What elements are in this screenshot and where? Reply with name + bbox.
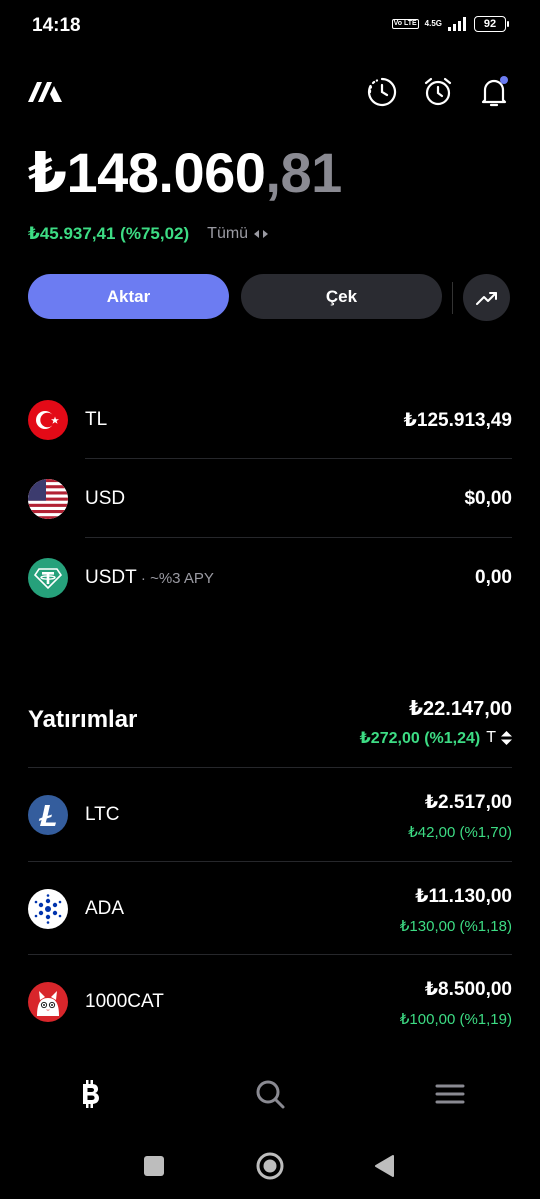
triangle-back-icon (375, 1155, 394, 1177)
investments-total: ₺22.147,00 (409, 698, 512, 720)
balance-decimals: ,81 (265, 141, 342, 204)
deposit-button[interactable]: Aktar (28, 274, 229, 319)
network-type: 4.5G (424, 19, 442, 28)
signal-icon (448, 17, 466, 31)
alarm-icon (424, 77, 452, 106)
investment-name: 1000CAT (85, 991, 164, 1012)
cat-icon (28, 982, 68, 1022)
account-name-text: USDT (85, 567, 137, 588)
sort-toggle[interactable]: T (486, 729, 512, 747)
home-button[interactable] (255, 1151, 285, 1181)
back-button[interactable] (369, 1151, 399, 1181)
apy-label: · ~%3 APY (136, 570, 214, 587)
status-icons: Vo LTE 4.5G 92 (391, 16, 509, 32)
search-icon (256, 1080, 285, 1109)
investment-name: LTC (85, 804, 120, 825)
nav-menu[interactable] (430, 1074, 470, 1114)
period-filter-label: Tümü (207, 225, 249, 242)
chart-button[interactable] (463, 274, 510, 321)
account-value: ₺125.913,49 (403, 410, 512, 431)
pnl-value: ₺45.937,41 (%75,02) (28, 224, 190, 243)
investments-change: ₺272,00 (%1,24) (359, 730, 481, 747)
battery-level: 92 (483, 18, 497, 30)
history-icon (367, 77, 397, 107)
account-name: USDT · ~%3 APY (85, 567, 214, 589)
swap-arrows-icon (254, 230, 269, 238)
row-divider (28, 954, 512, 955)
investment-name: ADA (85, 898, 125, 919)
nav-crypto[interactable] (70, 1074, 110, 1114)
square-icon (144, 1156, 164, 1176)
litecoin-icon (28, 795, 68, 835)
row-divider (28, 861, 512, 862)
bitcoin-icon (83, 1080, 99, 1108)
trend-up-icon (475, 291, 497, 305)
menu-icon (435, 1084, 465, 1104)
account-name: USD (85, 488, 126, 509)
usa-flag-icon (28, 479, 68, 519)
period-filter[interactable]: Tümü (207, 225, 269, 243)
investment-value: ₺8.500,00 (424, 979, 512, 1000)
investment-change: ₺42,00 (%1,70) (408, 824, 512, 841)
system-nav-bar (0, 1145, 540, 1185)
cardano-icon (28, 889, 68, 929)
sort-arrows-icon (501, 731, 512, 745)
status-bar: 14:18 Vo LTE 4.5G 92 (0, 0, 540, 52)
notification-badge (500, 76, 508, 84)
investment-change: ₺130,00 (%1,18) (399, 918, 512, 935)
investments-change-row: ₺272,00 (%1,24) T (360, 728, 512, 748)
circle-icon (256, 1152, 284, 1180)
account-value: 0,00 (475, 567, 512, 588)
investments-title: Yatırımlar (28, 706, 138, 733)
turkey-flag-icon (28, 400, 68, 440)
sort-label: T (486, 729, 496, 746)
investment-change: ₺100,00 (%1,19) (399, 1011, 512, 1028)
pnl-row: ₺45.937,41 (%75,02) Tümü (28, 224, 269, 244)
app-header (0, 72, 540, 112)
total-balance: ₺148.060,81 (28, 140, 342, 206)
alarm-button[interactable] (420, 74, 456, 110)
account-value: $0,00 (464, 488, 512, 509)
row-divider (85, 458, 512, 459)
investment-value: ₺11.130,00 (415, 886, 512, 907)
history-button[interactable] (364, 74, 400, 110)
battery-icon: 92 (474, 16, 509, 32)
tether-icon (28, 558, 68, 598)
divider (452, 282, 453, 314)
recents-button[interactable] (139, 1151, 169, 1181)
notifications-button[interactable] (476, 74, 512, 110)
bottom-nav (0, 1070, 540, 1116)
investment-value: ₺2.517,00 (424, 792, 512, 813)
balance-main: ₺148.060 (28, 141, 266, 204)
account-name: TL (85, 409, 108, 430)
status-time: 14:18 (32, 15, 81, 36)
section-divider (28, 767, 512, 768)
logo-icon (28, 82, 62, 102)
nav-search[interactable] (250, 1074, 290, 1114)
volte-icon: Vo LTE (391, 19, 419, 29)
row-divider (85, 537, 512, 538)
withdraw-button[interactable]: Çek (241, 274, 442, 319)
